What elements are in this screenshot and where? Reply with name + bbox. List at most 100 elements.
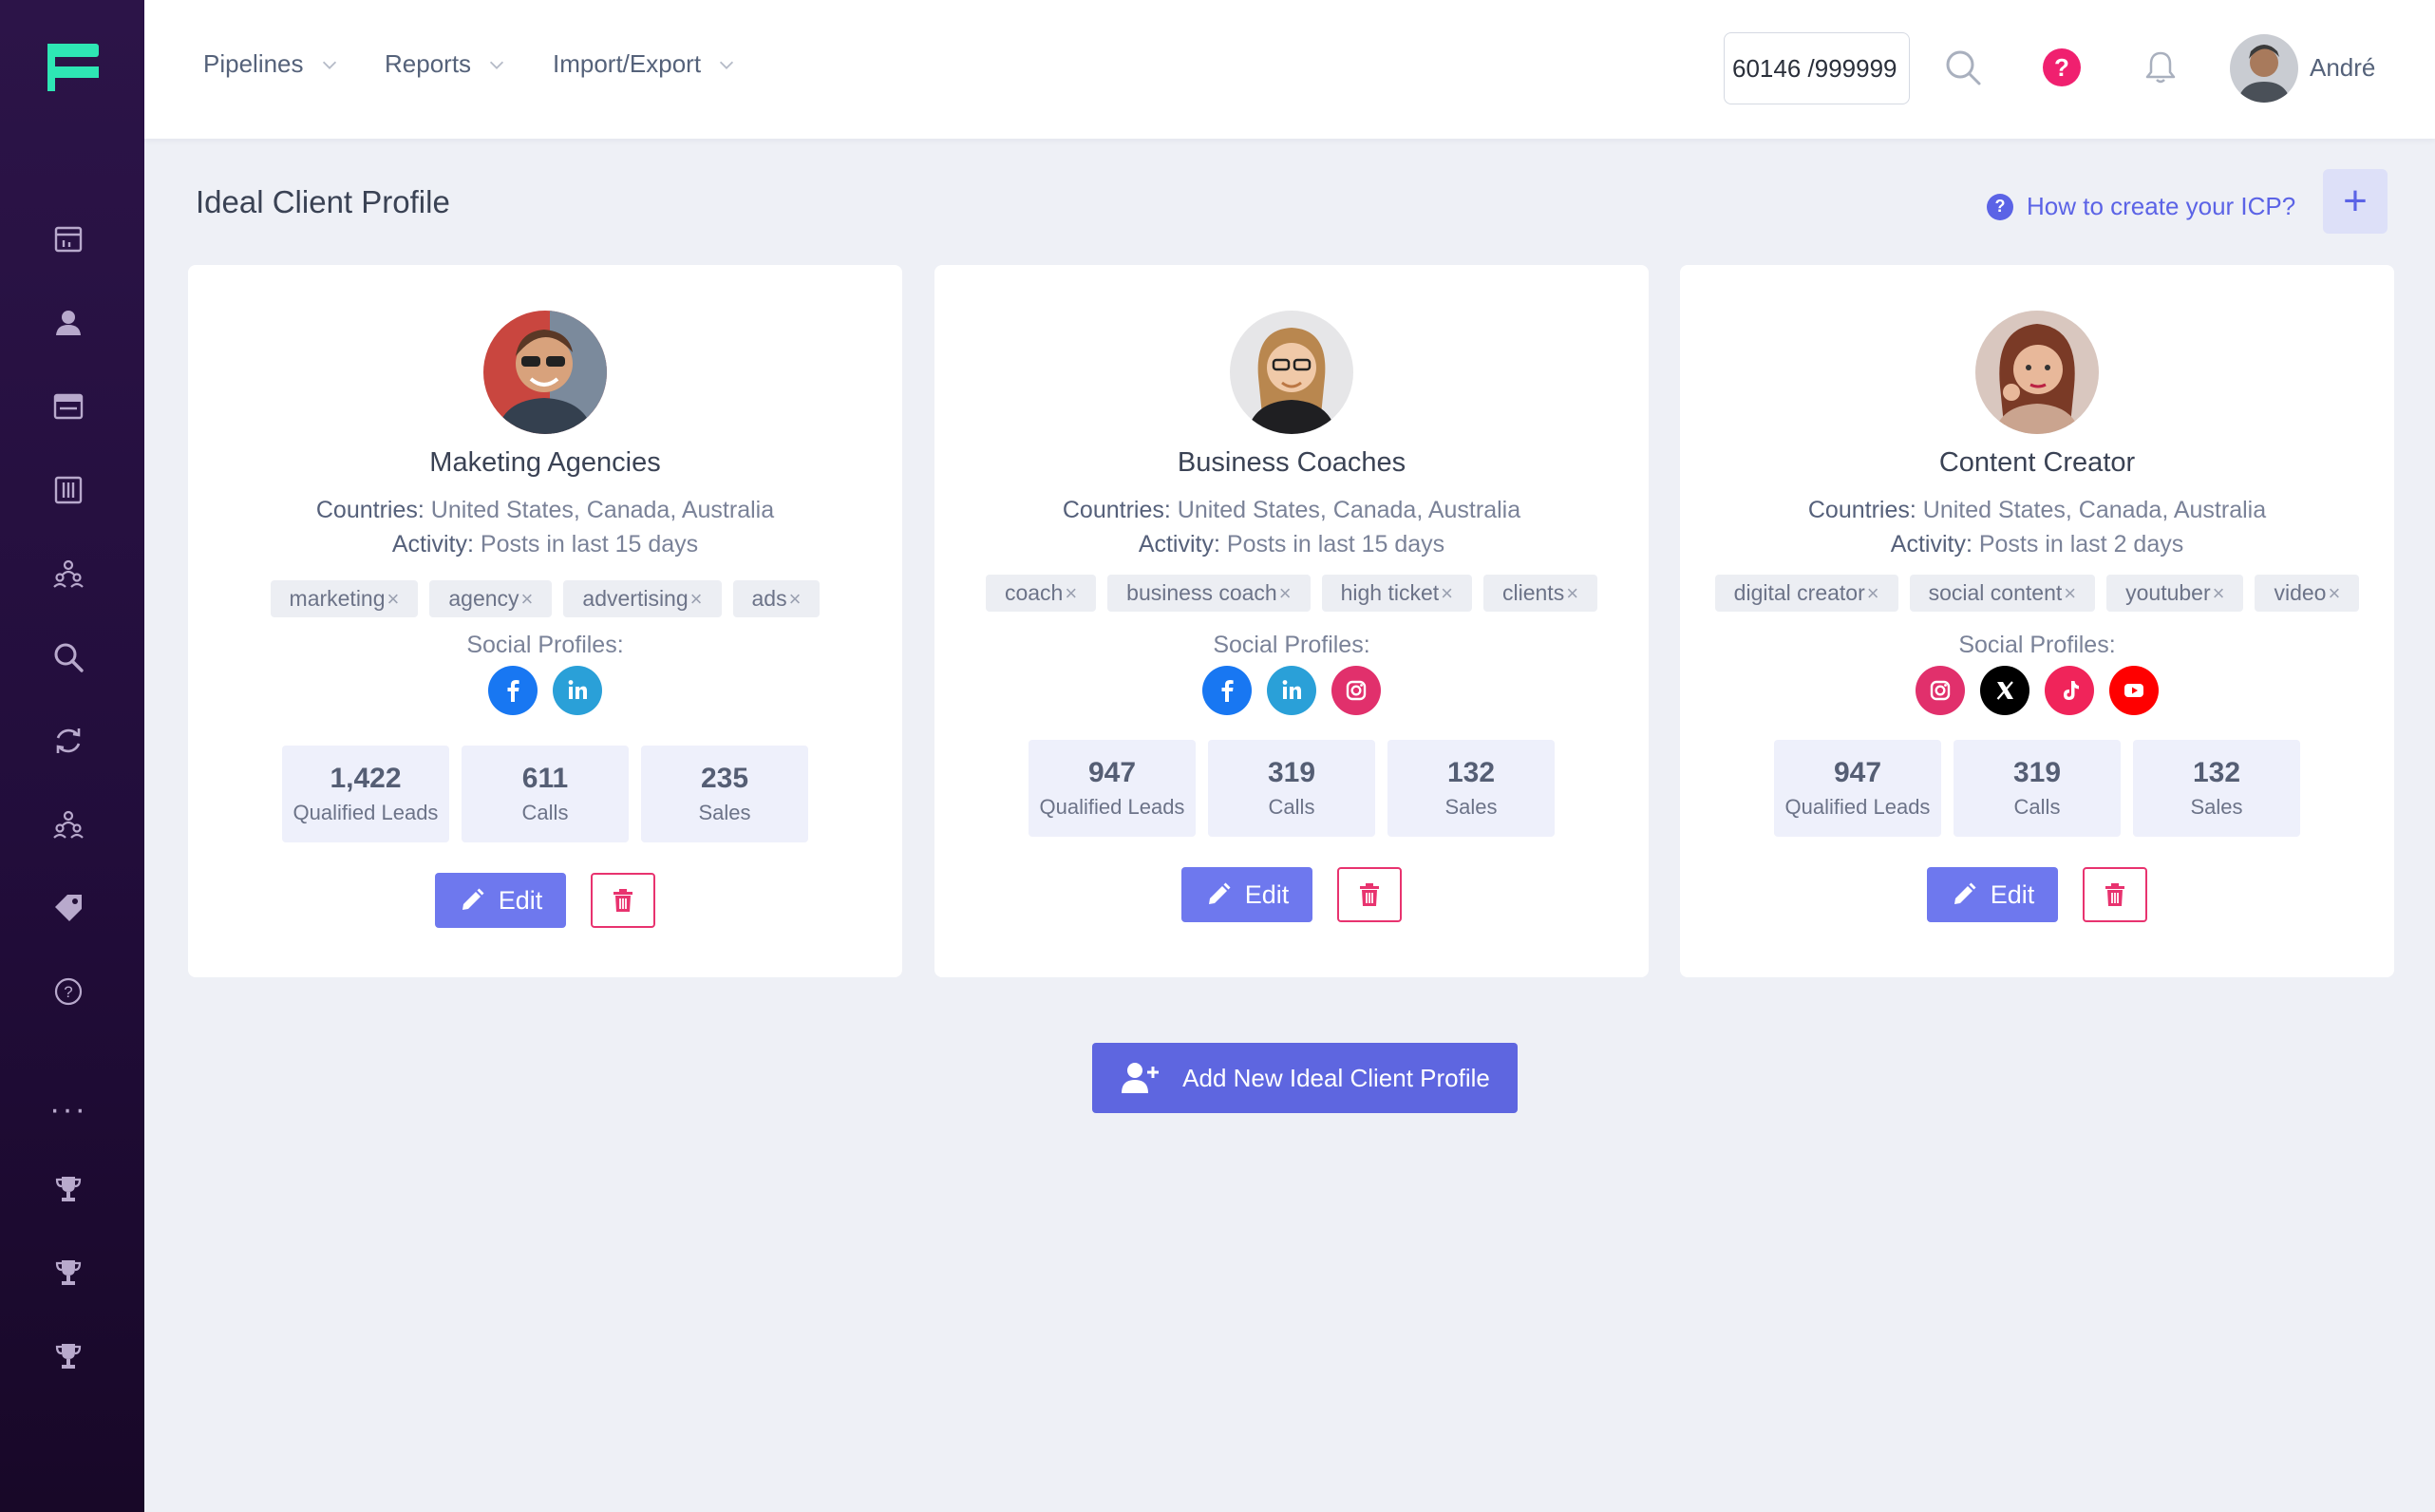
user-avatar-image: [2230, 34, 2298, 103]
trophy-icon: [55, 1260, 82, 1285]
menu-reports[interactable]: Reports: [385, 49, 507, 79]
linkedin-link[interactable]: [1267, 666, 1316, 715]
notifications-button[interactable]: [2137, 44, 2184, 91]
sidebar-item-trophy[interactable]: [49, 1254, 87, 1292]
tag-chip: ads ×: [732, 580, 821, 617]
remove-tag-icon[interactable]: ×: [690, 587, 703, 612]
activity-value: Posts in last 2 days: [1978, 531, 2184, 558]
help-icon: ?: [2043, 48, 2081, 86]
user-avatar[interactable]: [2230, 34, 2298, 103]
remove-tag-icon[interactable]: ×: [2328, 581, 2340, 606]
sidebar-item-sync[interactable]: [49, 722, 87, 760]
help-button[interactable]: ?: [2038, 44, 2086, 91]
linkedin-icon: [563, 676, 592, 705]
icp-card: Maketing Agencies Countries: United Stat…: [188, 265, 902, 977]
youtube-link[interactable]: [2109, 666, 2159, 715]
app-logo[interactable]: [47, 44, 99, 91]
tiktok-link[interactable]: [2045, 666, 2094, 715]
remove-tag-icon[interactable]: ×: [1065, 581, 1077, 606]
remove-tag-icon[interactable]: ×: [1867, 581, 1879, 606]
x-link[interactable]: [1980, 666, 2029, 715]
sync-icon: [56, 728, 81, 753]
stat-box: 947 Qualified Leads: [1029, 740, 1196, 837]
facebook-icon: [499, 676, 527, 705]
profile-avatar: [483, 311, 607, 434]
sidebar-item-more[interactable]: ···: [49, 1090, 87, 1128]
remove-tag-icon[interactable]: ×: [1441, 581, 1453, 606]
countries-value: United States, Canada, Australia: [1922, 497, 2267, 523]
search-button[interactable]: [1939, 44, 1987, 91]
remove-tag-icon[interactable]: ×: [2064, 581, 2076, 606]
sidebar-item-contacts[interactable]: [49, 304, 87, 342]
instagram-link[interactable]: [1916, 666, 1965, 715]
countries-value: United States, Canada, Australia: [430, 497, 775, 523]
search-input[interactable]: [1724, 32, 1910, 104]
menu-pipelines[interactable]: Pipelines: [203, 49, 340, 79]
menu-import-export-label: Import/Export: [553, 49, 702, 78]
sidebar-item-trophy[interactable]: [49, 1170, 87, 1208]
search-icon: [1946, 50, 1981, 85]
edit-button[interactable]: Edit: [1181, 867, 1312, 922]
linkedin-icon: [1277, 676, 1306, 705]
tag-label: advertising: [582, 586, 689, 611]
tag-label: marketing: [289, 586, 386, 611]
tag-label: social content: [1928, 580, 2063, 605]
remove-tag-icon[interactable]: ×: [789, 587, 802, 612]
edit-button[interactable]: Edit: [435, 873, 566, 928]
sidebar-item-columns[interactable]: [49, 471, 87, 509]
tag-label: digital creator: [1733, 580, 1865, 605]
sidebar-item-dashboard[interactable]: [49, 220, 87, 258]
add-new-profile-label: Add New Ideal Client Profile: [1182, 1063, 1490, 1092]
delete-button[interactable]: [591, 873, 655, 928]
remove-tag-icon[interactable]: ×: [387, 587, 400, 612]
profile-activity: Activity: Posts in last 15 days: [934, 531, 1649, 558]
remove-tag-icon[interactable]: ×: [2213, 581, 2225, 606]
pencil-icon: [1208, 882, 1231, 904]
social-profiles: [1680, 666, 2394, 715]
delete-button[interactable]: [1337, 867, 1402, 922]
stat-value: 611: [521, 763, 569, 794]
stats-row: 1,422 Qualified Leads 611 Calls 235 Sales: [188, 746, 902, 842]
instagram-link[interactable]: [1331, 666, 1381, 715]
sidebar-item-search[interactable]: [49, 638, 87, 676]
sidebar-item-team[interactable]: [49, 555, 87, 593]
countries-value: United States, Canada, Australia: [1177, 497, 1521, 523]
stat-label: Qualified Leads: [293, 801, 439, 824]
sidebar-item-trophy[interactable]: [49, 1337, 87, 1375]
sidebar-item-browser[interactable]: [49, 387, 87, 425]
icp-help-label: How to create your ICP?: [2027, 192, 2296, 220]
icp-help-link[interactable]: ? How to create your ICP?: [1987, 192, 2295, 221]
facebook-link[interactable]: [1202, 666, 1252, 715]
profile-countries: Countries: United States, Canada, Austra…: [188, 497, 902, 524]
linkedin-link[interactable]: [553, 666, 602, 715]
tag-chip: business coach ×: [1107, 575, 1311, 612]
browser-icon: [53, 393, 84, 420]
profile-countries: Countries: United States, Canada, Austra…: [1680, 497, 2394, 524]
sidebar-item-tag[interactable]: [49, 889, 87, 927]
menu-reports-label: Reports: [385, 49, 472, 78]
pencil-icon: [1954, 882, 1976, 904]
sidebar-item-help[interactable]: ?: [49, 973, 87, 1011]
menu-pipelines-label: Pipelines: [203, 49, 304, 78]
stat-box: 319 Calls: [1208, 740, 1375, 837]
menu-import-export[interactable]: Import/Export: [553, 49, 737, 79]
sidebar-item-team[interactable]: [49, 805, 87, 843]
remove-tag-icon[interactable]: ×: [1279, 581, 1292, 606]
user-name[interactable]: André: [2310, 53, 2375, 83]
countries-label: Countries:: [1807, 497, 1916, 523]
trophy-icon: [55, 1177, 82, 1201]
activity-label: Activity:: [1890, 531, 1973, 558]
stat-value: 319: [1267, 757, 1316, 788]
remove-tag-icon[interactable]: ×: [1566, 581, 1578, 606]
add-new-profile-button[interactable]: Add New Ideal Client Profile: [1092, 1043, 1518, 1113]
facebook-link[interactable]: [488, 666, 538, 715]
youtube-icon: [2120, 676, 2148, 705]
edit-button[interactable]: Edit: [1927, 867, 2058, 922]
question-icon: ?: [1987, 193, 2013, 220]
tag-chip: digital creator ×: [1714, 575, 1898, 612]
card-actions: Edit: [1680, 867, 2394, 922]
remove-tag-icon[interactable]: ×: [521, 587, 534, 612]
delete-button[interactable]: [2083, 867, 2147, 922]
add-profile-button[interactable]: +: [2323, 169, 2388, 234]
chevron-down-icon: [322, 61, 336, 69]
